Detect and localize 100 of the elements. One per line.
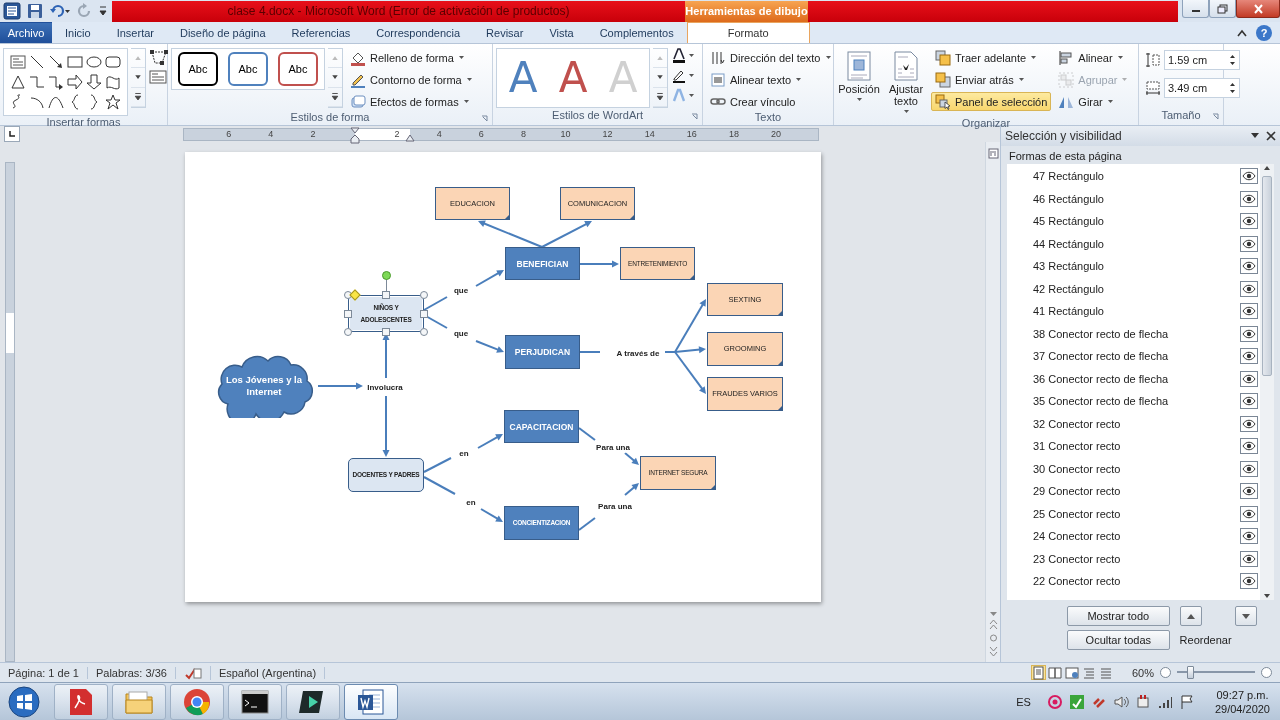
taskbar-button[interactable] [344, 683, 398, 720]
ribbon-tab[interactable]: Correspondencia [363, 22, 474, 43]
resize-handle[interactable] [420, 309, 428, 318]
adjustment-handle[interactable] [349, 289, 361, 301]
down-arrow-icon[interactable] [86, 74, 102, 90]
minimize-button[interactable] [1182, 0, 1209, 18]
zoom-level[interactable]: 60% [1131, 666, 1154, 679]
ribbon-command[interactable]: Traer adelante [931, 48, 1052, 67]
flag-icon[interactable] [1178, 693, 1195, 710]
word-app-icon[interactable] [3, 2, 21, 20]
pane-menu-icon[interactable] [1250, 132, 1260, 140]
taskbar-button[interactable] [286, 683, 340, 720]
ribbon-command[interactable]: Enviar atrás [931, 70, 1052, 89]
sync-icon[interactable] [1068, 693, 1085, 710]
save-icon[interactable] [27, 3, 43, 19]
hide-all-button[interactable]: Ocultar todas [1067, 630, 1170, 650]
move-up-button[interactable] [1179, 606, 1202, 626]
zoom-slider-thumb[interactable] [1187, 666, 1195, 679]
visibility-toggle[interactable] [1240, 190, 1258, 207]
customize-icon[interactable] [99, 4, 107, 18]
dialog-launcher-icon[interactable] [481, 115, 489, 123]
visibility-toggle[interactable] [1240, 483, 1258, 500]
ribbon-command[interactable]: Contorno de forma [346, 70, 477, 89]
curve-icon[interactable] [48, 94, 64, 110]
visibility-toggle[interactable] [1240, 325, 1258, 342]
word-count[interactable]: Palabras: 3/36 [87, 666, 176, 679]
ribbon-tab[interactable]: Vista [536, 22, 587, 43]
visibility-toggle[interactable] [1240, 303, 1258, 320]
ribbon-command[interactable]: Relleno de forma [346, 48, 477, 67]
ribbon-command[interactable]: Girar [1054, 92, 1133, 111]
shape-list-item[interactable]: 24 Conector recto [1033, 530, 1121, 543]
oval-icon[interactable] [86, 54, 102, 70]
ribbon-command[interactable]: Dirección del texto [706, 48, 836, 67]
power-icon[interactable] [1134, 693, 1151, 710]
visibility-toggle[interactable] [1240, 505, 1258, 522]
wordart-preset[interactable]: A [550, 52, 596, 104]
resize-handle[interactable] [420, 328, 428, 336]
visibility-toggle[interactable] [1240, 235, 1258, 252]
zoom-in-button[interactable] [1261, 667, 1272, 678]
visibility-toggle[interactable] [1240, 550, 1258, 567]
shape-list-item[interactable]: 42 Rectángulo [1033, 282, 1104, 295]
shape-list-item[interactable]: 45 Rectángulo [1033, 215, 1104, 228]
size-spin-field[interactable]: 1.59 cm [1164, 50, 1240, 70]
elbow-arrow-icon[interactable] [48, 74, 64, 90]
shape-list-item[interactable]: 43 Rectángulo [1033, 260, 1104, 273]
line-icon[interactable] [29, 54, 45, 70]
shape-list-item[interactable]: 36 Conector recto de flecha [1033, 372, 1169, 385]
file-tab[interactable]: Archivo [0, 22, 52, 43]
shape-list-item[interactable]: 37 Conector recto de flecha [1033, 350, 1169, 363]
shape-list-item[interactable]: 46 Rectángulo [1033, 192, 1104, 205]
proofing-icon[interactable] [183, 665, 202, 680]
style-preset[interactable]: Abc [178, 52, 218, 86]
shape-list-item[interactable]: 31 Conector recto [1033, 440, 1121, 453]
ribbon-tab[interactable]: Referencias [278, 22, 364, 43]
triangle-icon[interactable] [10, 74, 26, 90]
view-button[interactable] [1064, 665, 1080, 680]
visibility-toggle[interactable] [1240, 258, 1258, 275]
record-icon[interactable] [1046, 693, 1063, 710]
show-all-button[interactable]: Mostrar todo [1067, 606, 1170, 626]
rotation-handle[interactable] [381, 271, 391, 280]
spin-arrows-icon[interactable] [1229, 82, 1236, 94]
start-orb-icon[interactable] [8, 685, 40, 718]
close-icon[interactable] [1266, 131, 1276, 141]
dialog-launcher-icon[interactable] [1212, 113, 1220, 121]
visibility-toggle[interactable] [1240, 415, 1258, 432]
page-count[interactable]: Página: 1 de 1 [0, 666, 88, 679]
spin-arrows-icon[interactable] [1229, 54, 1236, 66]
shape-list-item[interactable]: 29 Conector recto [1033, 485, 1121, 498]
size-spin-field[interactable]: 3.49 cm [1164, 78, 1240, 98]
arrow-icon[interactable] [48, 54, 64, 70]
ribbon-tab[interactable]: Diseño de página [167, 22, 279, 43]
shape-list-item[interactable]: 35 Conector recto de flecha [1033, 395, 1169, 408]
edit-shape-icon[interactable] [149, 48, 171, 66]
taskbar-button[interactable] [228, 683, 282, 720]
right-arrow-icon[interactable] [67, 74, 83, 90]
language-indicator[interactable]: Español (Argentina) [210, 666, 326, 679]
tab-selector-icon[interactable] [4, 126, 20, 142]
zoom-out-button[interactable] [1160, 667, 1171, 678]
clock-time[interactable]: 09:27 p.m. [1216, 687, 1269, 702]
wave-shape-icon[interactable] [105, 74, 121, 90]
shape-list-item[interactable]: 25 Conector recto [1033, 507, 1121, 520]
clock-date[interactable]: 29/04/2020 [1214, 701, 1270, 716]
star-icon[interactable] [105, 94, 121, 110]
text-outline-icon[interactable] [671, 68, 695, 84]
undo-icon[interactable] [49, 3, 71, 19]
speaker-icon[interactable] [1112, 693, 1129, 710]
collapse-ribbon-icon[interactable] [1236, 27, 1248, 38]
ribbon-tab[interactable]: Inicio [52, 22, 104, 43]
visibility-toggle[interactable] [1240, 348, 1258, 365]
ribbon-tab[interactable]: Complementos [586, 22, 687, 43]
ribbon-tab[interactable]: Insertar [103, 22, 167, 43]
visibility-toggle[interactable] [1240, 393, 1258, 410]
close-button[interactable] [1236, 0, 1280, 18]
shape-list-item[interactable]: 44 Rectángulo [1033, 237, 1104, 250]
ribbon-large-command[interactable]: Posición [837, 48, 881, 105]
style-preset[interactable]: Abc [228, 52, 268, 86]
shape-list-item[interactable]: 41 Rectángulo [1033, 305, 1104, 318]
ribbon-command[interactable]: Alinear [1054, 48, 1133, 67]
resize-handle[interactable] [344, 291, 352, 299]
view-ruler-icon[interactable] [987, 148, 999, 159]
